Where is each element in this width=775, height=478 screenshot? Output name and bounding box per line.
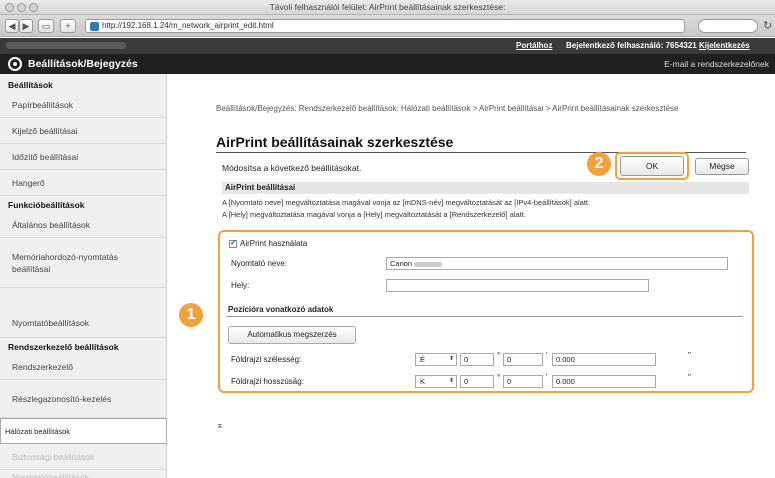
ok-button[interactable]: OK [620, 156, 684, 176]
printer-name-value: Canon [390, 259, 413, 268]
new-tab-button[interactable]: + [60, 19, 76, 33]
sidebar-item-administrator[interactable]: Rendszerkezelő [0, 354, 167, 380]
latitude-degree-input[interactable]: 0 [460, 353, 494, 366]
back-button[interactable]: ◀ [5, 19, 19, 33]
auto-acquire-button[interactable]: Automatikus megszerzés [228, 326, 356, 344]
sidebar-item-timer[interactable]: Időzítő beállításai [0, 144, 167, 170]
portal-link[interactable]: Portálhoz [516, 38, 552, 54]
longitude-second-input[interactable]: 0.000 [552, 375, 656, 388]
printer-name-redacted [414, 261, 443, 267]
latitude-minute-input[interactable]: 0 [503, 353, 543, 366]
latitude-second-input[interactable]: 0.000 [552, 353, 656, 366]
main-content: Beállítások/Bejegyzés: Rendszerkezelő be… [168, 74, 775, 478]
longitude-minute-input[interactable]: 0 [503, 375, 543, 388]
site-favicon-icon [90, 22, 99, 31]
sidebar: Beállítások Papírbeállítások Kijelző beá… [0, 74, 167, 478]
sidebar-item-security[interactable]: Biztonsági beállítások [0, 444, 167, 470]
sidebar-section-settings: Beállítások [8, 80, 53, 90]
sidebar-item-display[interactable]: Kijelző beállításai [0, 118, 167, 144]
location-input[interactable] [386, 279, 649, 292]
window-title: Távoli felhasználói felület: AirPrint be… [269, 2, 506, 12]
app-header: Beállítások/Bejegyzés E-mail a rendszerk… [0, 54, 775, 74]
breadcrumb: Beállítások/Bejegyzés: Rendszerkezelő be… [216, 104, 679, 113]
search-field[interactable] [698, 19, 758, 33]
use-airprint-checkbox[interactable] [229, 238, 237, 248]
latitude-direction-select[interactable]: É ⬍ [415, 353, 457, 366]
logout-link[interactable]: Kijelentkezés [699, 41, 750, 50]
cancel-button[interactable]: Mégse [695, 158, 749, 175]
reload-icon[interactable]: ↻ [763, 19, 773, 33]
user-id: 7654321 [665, 41, 697, 50]
sidebar-item-printer-admin[interactable]: Nyomtatóbeállítások [0, 470, 167, 478]
latitude-second-mark: " [688, 351, 691, 360]
device-name-redacted [6, 42, 126, 49]
sidebar-section-admin: Rendszerkezelő beállítások [8, 342, 119, 352]
note-printer-name: A [Nyomtató neve] megváltoztatása magáva… [222, 198, 591, 207]
longitude-direction-value: K [420, 377, 426, 386]
callout-marker-2: 2 [587, 152, 611, 176]
sidebar-item-volume[interactable]: Hangerő [0, 170, 167, 196]
sidebar-item-general[interactable]: Általános beállítások [0, 212, 167, 238]
longitude-minute-mark: ' [546, 373, 548, 382]
url-text: http://192.168.1.24/m_network_airprint_e… [102, 21, 274, 30]
printer-name-input[interactable]: Canon [386, 257, 728, 270]
sidebar-item-memory-media-print[interactable]: Memóriahordozó-nyomtatás beállításai [0, 238, 167, 288]
email-admin-link[interactable]: E-mail a rendszerkezelőnek [664, 59, 769, 69]
address-bar[interactable]: http://192.168.1.24/m_network_airprint_e… [85, 19, 685, 33]
longitude-second-mark: " [688, 373, 691, 382]
longitude-degree-input[interactable]: 0 [460, 375, 494, 388]
instruction-text: Módosítsa a következő beállításokat. [222, 163, 362, 173]
position-section-title: Pozícióra vonatkozó adatok [228, 305, 334, 314]
back-to-top-icon[interactable]: ⌅ [216, 420, 224, 431]
sidebar-item-printer[interactable]: Nyomtatóbeállítások [0, 308, 167, 338]
sidebar-item-paper[interactable]: Papírbeállítások [0, 92, 167, 118]
sidebar-section-functions: Funkcióbeállítások [8, 200, 85, 210]
latitude-direction-value: É [420, 355, 426, 364]
page-title: AirPrint beállításainak szerkesztése [216, 134, 454, 150]
logged-in-user: Bejelentkező felhasználó: 7654321 Kijele… [566, 38, 750, 54]
sidebar-toggle-icon[interactable]: ▭ [38, 19, 54, 33]
airprint-section-header: AirPrint beállításai [222, 182, 749, 194]
callout-marker-1: 1 [179, 303, 203, 327]
position-divider [226, 316, 743, 317]
latitude-minute-mark: ' [546, 351, 548, 360]
note-location: A [Hely] megváltoztatása magával vonja a… [222, 210, 526, 219]
settings-gear-icon [8, 57, 22, 71]
window-titlebar: Távoli felhasználói felület: AirPrint be… [0, 0, 775, 15]
latitude-label: Földrajzi szélesség: [231, 355, 302, 364]
browser-toolbar: ◀ ▶ ▭ + http://192.168.1.24/m_network_ai… [0, 15, 775, 37]
printer-name-label: Nyomtató neve: [231, 259, 288, 268]
forward-button[interactable]: ▶ [19, 19, 33, 33]
sidebar-item-department-id[interactable]: Részlegazonosító-kezelés [0, 380, 167, 418]
app-title: Beállítások/Bejegyzés [28, 58, 138, 70]
select-arrows-icon: ⬍ [448, 378, 454, 384]
sidebar-item-network[interactable]: Hálózati beállítások [0, 418, 167, 444]
select-arrows-icon: ⬍ [448, 356, 454, 362]
longitude-degree-mark: ° [497, 373, 501, 382]
longitude-direction-select[interactable]: K ⬍ [415, 375, 457, 388]
longitude-label: Földrajzi hosszúság: [231, 377, 304, 386]
latitude-degree-mark: ° [497, 351, 501, 360]
use-airprint-label: AirPrint használata [240, 239, 308, 248]
location-label: Hely: [231, 281, 250, 290]
top-user-strip: Portálhoz Bejelentkező felhasználó: 7654… [0, 38, 775, 54]
login-label: Bejelentkező felhasználó: [566, 41, 664, 50]
